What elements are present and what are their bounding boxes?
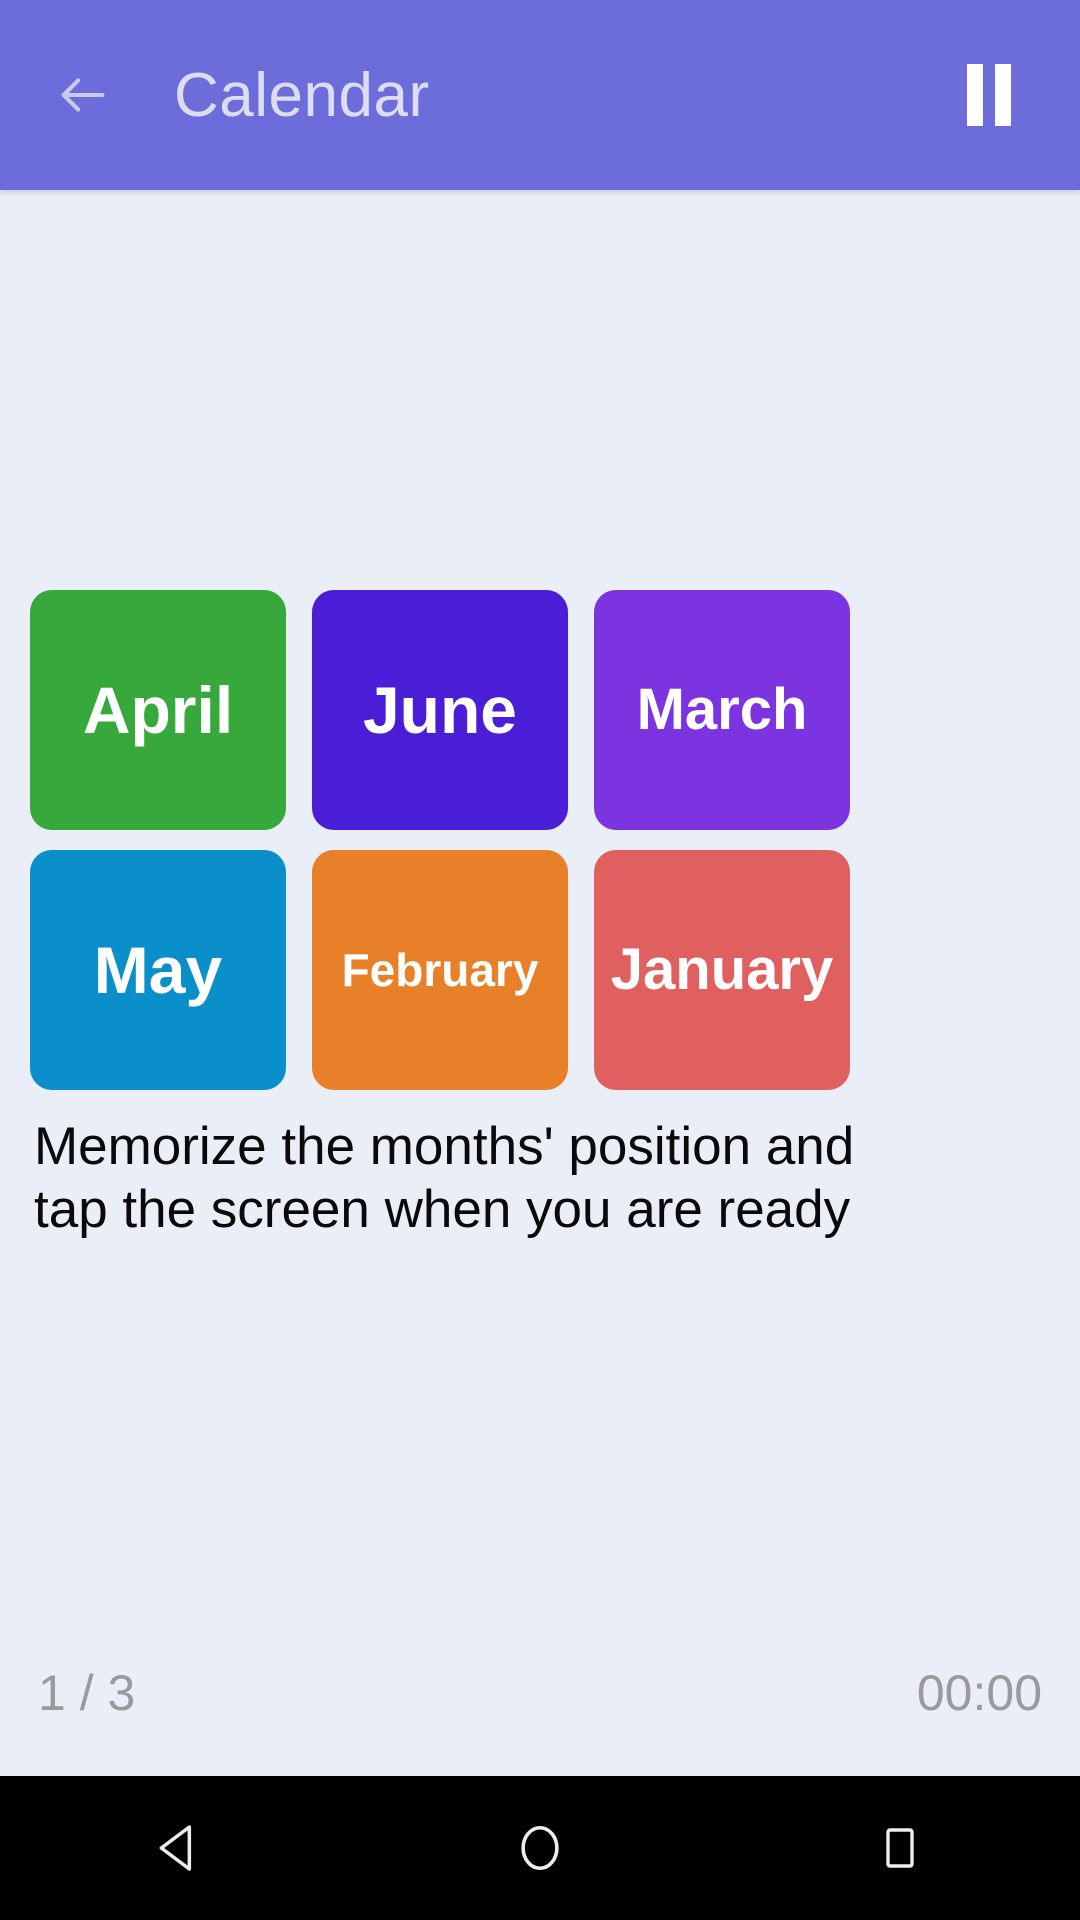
main-content[interactable]: April June March May February January Me… — [0, 190, 1080, 1776]
app-screen[interactable]: Calendar April June March May February J… — [0, 0, 1080, 1920]
progress-counter: 1 / 3 — [38, 1665, 136, 1721]
month-tile-april[interactable]: April — [30, 590, 286, 830]
nav-home-button[interactable] — [465, 1776, 615, 1920]
month-tile-label: March — [636, 677, 808, 742]
status-bar: 1 / 3 00:00 — [0, 1664, 1080, 1776]
instruction-text: Memorize the months' position and tap th… — [34, 1117, 855, 1239]
page-title: Calendar — [174, 60, 430, 130]
android-nav-bar — [0, 1776, 1080, 1920]
month-tile-february[interactable]: February — [312, 850, 568, 1090]
nav-recents-square-icon — [876, 1824, 924, 1872]
top-spacer — [0, 190, 1080, 590]
month-tile-label: June — [362, 673, 518, 747]
nav-back-button[interactable] — [105, 1776, 255, 1920]
month-tile-january[interactable]: January — [594, 850, 850, 1090]
month-tile-label: April — [82, 673, 234, 747]
nav-back-triangle-icon — [152, 1820, 208, 1876]
back-button[interactable] — [48, 60, 118, 130]
back-arrow-icon — [54, 66, 112, 124]
pause-button[interactable] — [950, 56, 1028, 134]
month-tile-label: January — [610, 937, 834, 1002]
bottom-spacer — [0, 1241, 1080, 1664]
timer-display: 00:00 — [916, 1665, 1042, 1721]
month-tile-grid: April June March May February January — [0, 590, 1080, 1090]
pause-icon — [967, 64, 1011, 126]
month-tile-may[interactable]: May — [30, 850, 286, 1090]
month-tile-label: February — [341, 944, 539, 996]
month-tile-march[interactable]: March — [594, 590, 850, 830]
nav-recents-button[interactable] — [825, 1776, 975, 1920]
app-bar: Calendar — [0, 0, 1080, 190]
nav-home-circle-icon — [513, 1821, 567, 1875]
month-tile-june[interactable]: June — [312, 590, 568, 830]
month-tile-label: May — [93, 933, 223, 1007]
